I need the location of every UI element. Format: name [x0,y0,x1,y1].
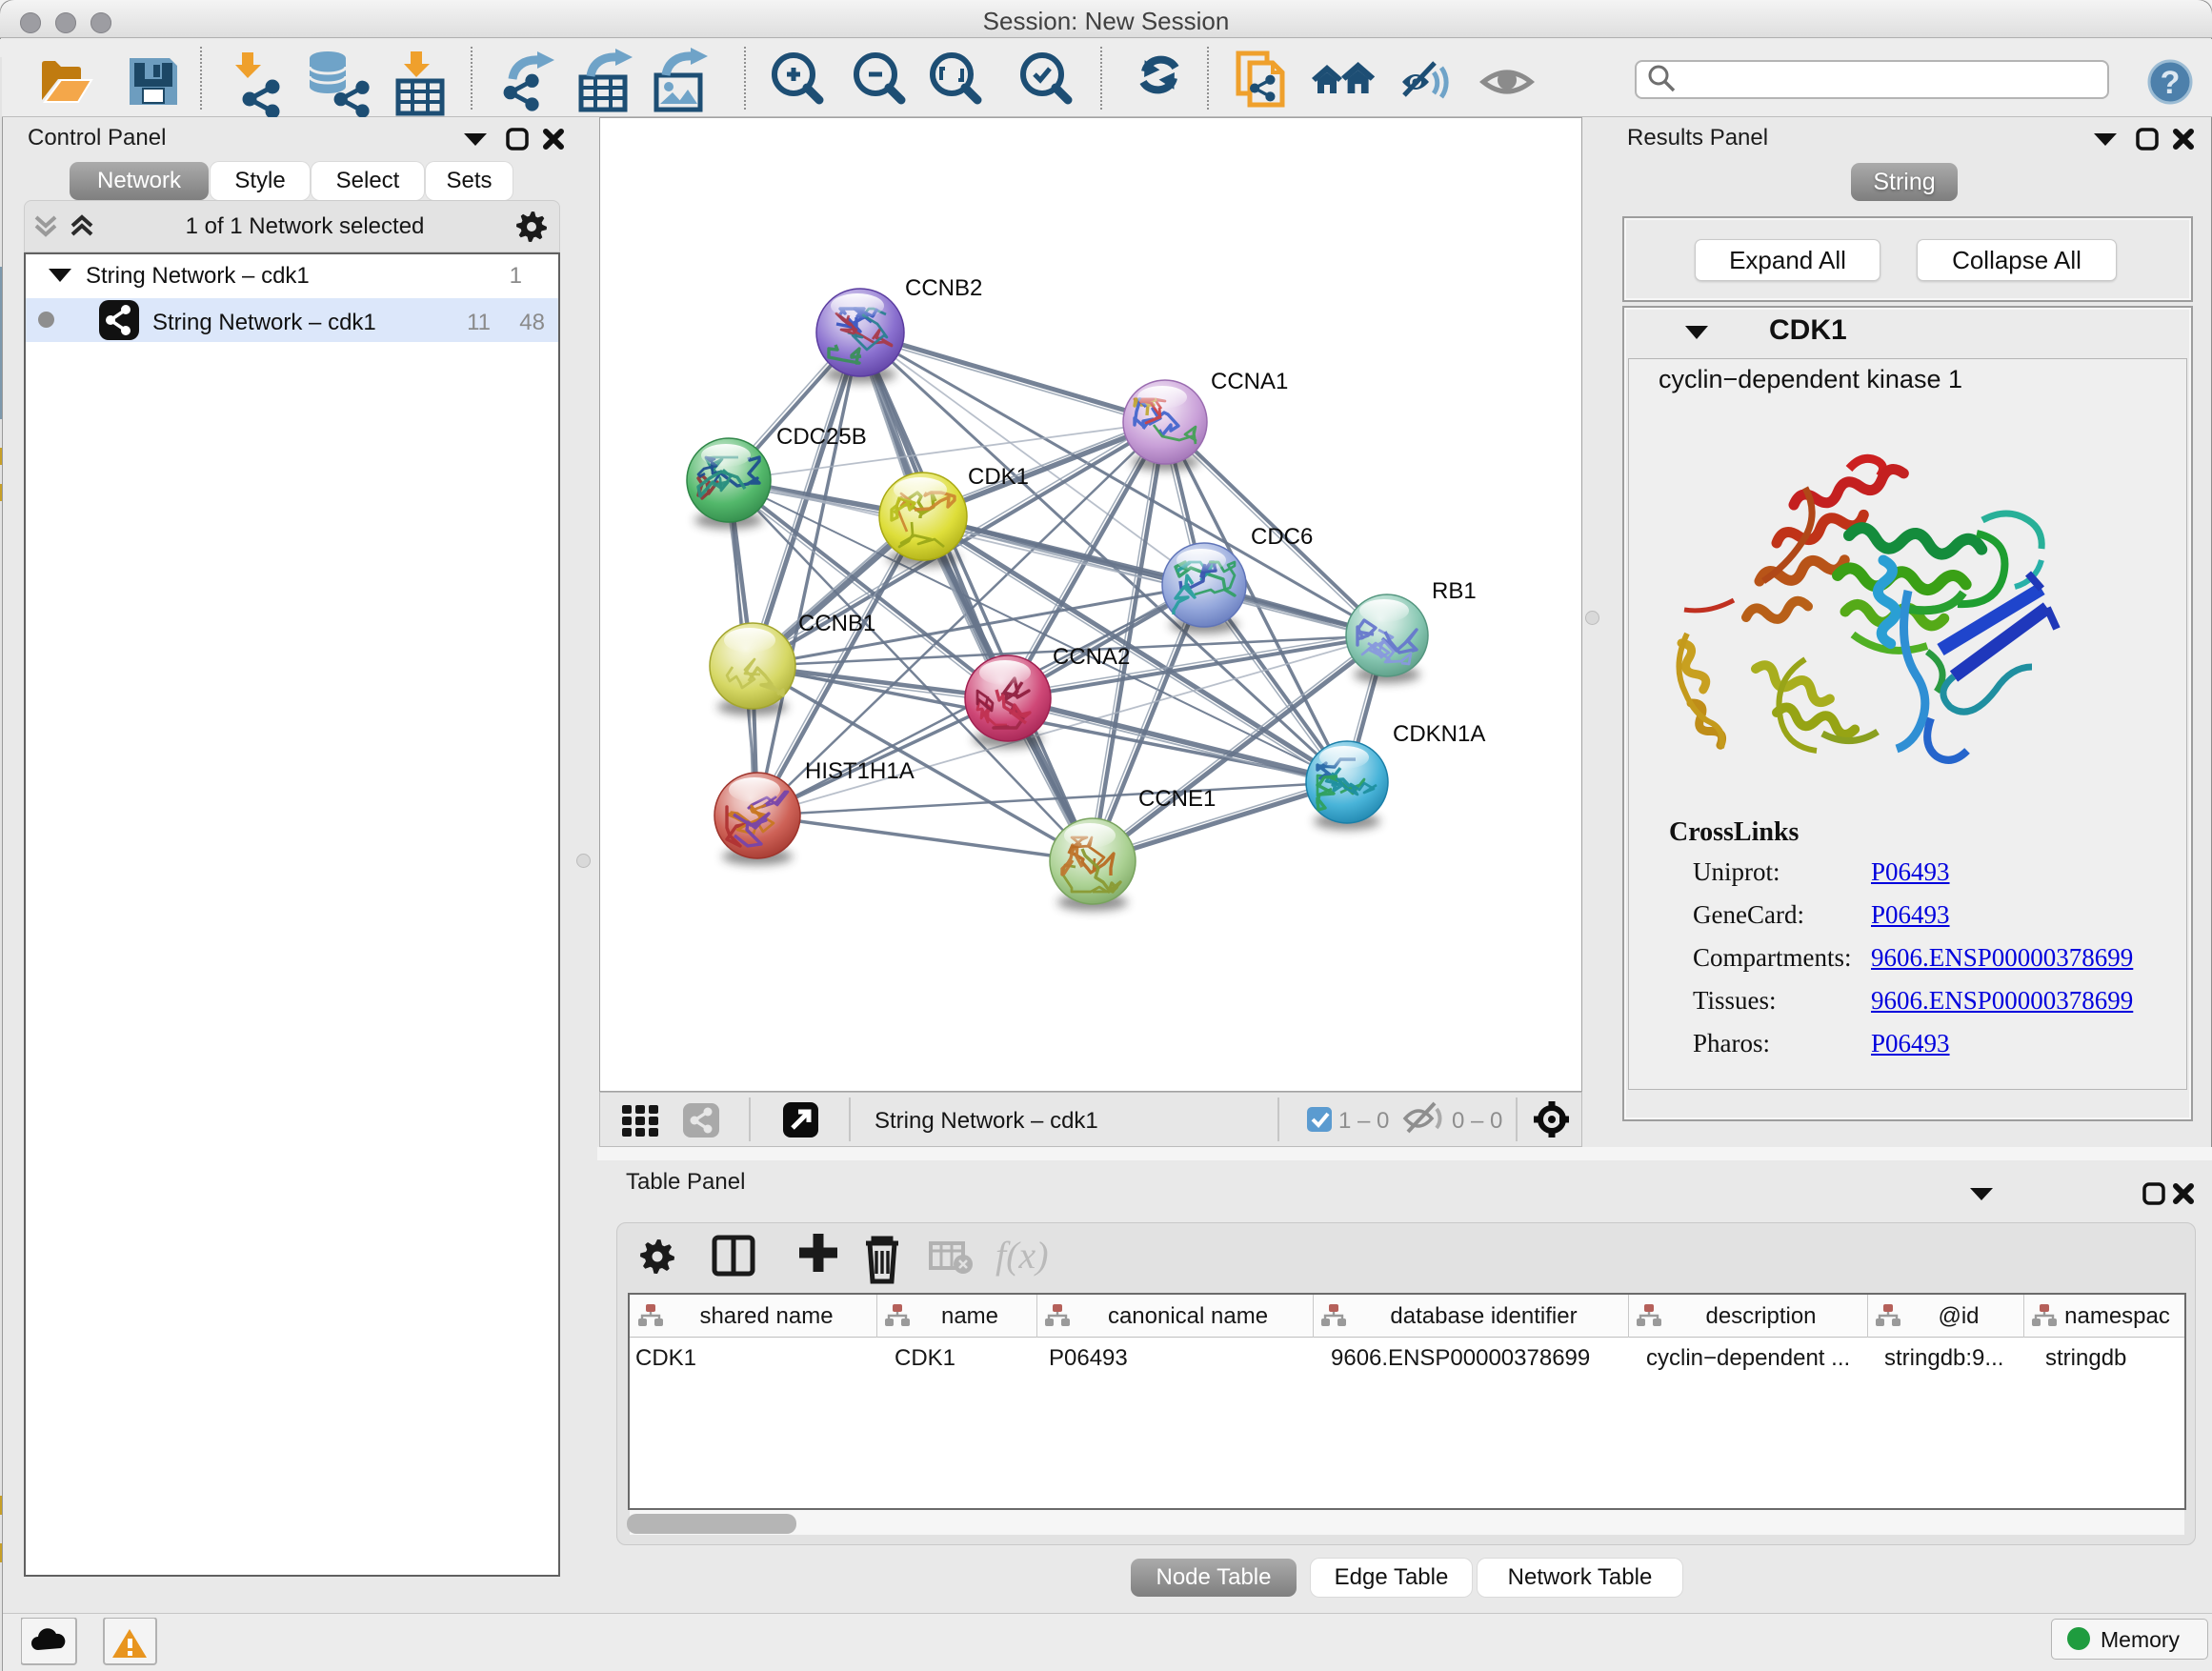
svg-text:CCNB2: CCNB2 [905,275,982,301]
svg-text:CDK1: CDK1 [968,464,1029,490]
svg-text:HIST1H1A: HIST1H1A [805,758,915,784]
svg-text:f(x): f(x) [995,1234,1049,1277]
svg-text:CCNA1: CCNA1 [1211,369,1288,394]
svg-text:CCNA2: CCNA2 [1053,644,1130,670]
svg-text:CDC6: CDC6 [1251,524,1313,550]
svg-text:String Network – cdk1: String Network – cdk1 [875,1108,1098,1134]
svg-text:0 – 0: 0 – 0 [1452,1108,1502,1134]
svg-text:CDKN1A: CDKN1A [1393,721,1485,747]
svg-text:RB1: RB1 [1432,578,1477,604]
svg-text:CCNB1: CCNB1 [798,611,875,636]
svg-text:CCNE1: CCNE1 [1138,786,1216,812]
svg-text:?: ? [2161,65,2181,101]
svg-text:CDC25B: CDC25B [776,424,867,450]
svg-text:1 – 0: 1 – 0 [1338,1108,1389,1134]
